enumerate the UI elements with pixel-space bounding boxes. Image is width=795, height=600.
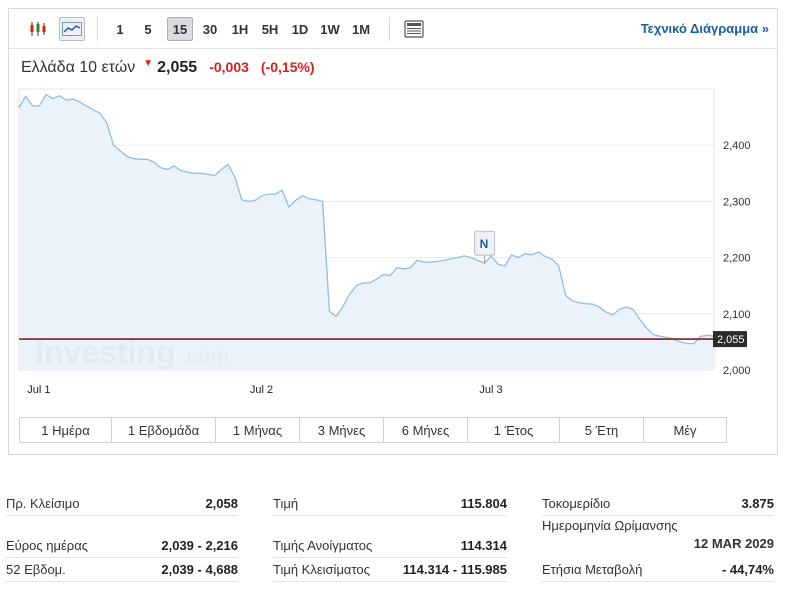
y-tick-label: 2,000: [723, 365, 751, 377]
y-tick-label: 2,100: [723, 309, 751, 321]
stat-value: 2,039 - 4,688: [161, 562, 238, 577]
interval-button[interactable]: 1W: [317, 17, 343, 41]
price-change-percent: (-0,15%): [260, 59, 315, 75]
stat-label: Τιμή: [273, 496, 299, 511]
stat-label: Εύρος ημέρας: [6, 538, 88, 553]
chart-toolbar: 1 5 15 30 1H 5H 1D 1W 1M Τεχνικό Διάγραμμα »: [9, 9, 777, 49]
stat-row: Πρ. Κλείσιμο 2,058: [6, 492, 238, 516]
period-tab[interactable]: 3 Μήνες: [300, 418, 384, 442]
x-tick-label: Jul 3: [479, 384, 502, 396]
interval-button[interactable]: 1M: [347, 17, 375, 41]
stat-label: Τιμή Κλεισίματος: [273, 562, 370, 577]
down-arrow-icon: ▼: [143, 58, 154, 69]
toolbar-divider: [97, 17, 98, 41]
period-tab[interactable]: 1 Έτος: [468, 418, 560, 442]
instrument-name: Ελλάδα 10 ετών: [21, 59, 136, 76]
stat-row: Τιμή Κλεισίματος 114.314 - 115.985: [273, 558, 507, 582]
stat-value: 3.875: [741, 496, 774, 511]
stat-value: 2,039 - 2,216: [161, 538, 238, 553]
stat-label: Ετήσια Μεταβολή: [542, 562, 643, 577]
period-tab[interactable]: 5 Έτη: [560, 418, 644, 442]
stat-row: Τιμής Ανοίγματος 114.314: [273, 534, 507, 558]
y-tick-label: 2,400: [723, 140, 751, 152]
stat-row: Ημερομηνία Ωρίμανσης 12 MAR 2029: [542, 514, 774, 554]
x-tick-label: Jul 1: [27, 384, 50, 396]
quote-header: Ελλάδα 10 ετών ▼ 2,055 -0,003 (-0,15%): [21, 58, 315, 81]
period-tab[interactable]: 6 Μήνες: [384, 418, 468, 442]
price-chart[interactable]: 2,4002,3002,2002,1002,000Investing.com2,…: [9, 87, 777, 397]
news-marker-label: N: [480, 237, 489, 251]
stat-value: 115.804: [460, 496, 507, 511]
toolbar-divider: [389, 17, 390, 41]
price-change: -0,003: [209, 59, 249, 75]
stat-label: Τοκομερίδιο: [542, 496, 611, 511]
stat-value: 114.314 - 115.985: [402, 562, 507, 577]
last-price: 2,055: [157, 59, 198, 76]
technical-chart-link[interactable]: Τεχνικό Διάγραμμα »: [641, 21, 769, 36]
stat-label: Ημερομηνία Ωρίμανσης: [542, 518, 678, 533]
interval-button[interactable]: 5H: [257, 17, 283, 41]
interval-button[interactable]: 1: [109, 17, 131, 41]
stat-value: 2,058: [205, 496, 238, 511]
current-price-label: 2,055: [717, 334, 745, 346]
y-tick-label: 2,300: [723, 196, 751, 208]
x-tick-label: Jul 2: [250, 384, 273, 396]
stat-row: Εύρος ημέρας 2,039 - 2,216: [6, 534, 238, 558]
stat-value: 114.314: [460, 538, 507, 553]
stat-row: Τιμή 115.804: [273, 492, 507, 516]
period-tab[interactable]: 1 Μήνας: [216, 418, 300, 442]
line-chart-icon[interactable]: [59, 17, 85, 41]
period-selector: 1 Ημέρα 1 Εβδομάδα 1 Μήνας 3 Μήνες 6 Μήνες 1 …: [19, 417, 727, 443]
interval-button[interactable]: 15: [167, 17, 193, 41]
stat-label: 52 Εβδομ.: [6, 562, 66, 577]
chart-widget: 1 5 15 30 1H 5H 1D 1W 1M Τεχνικό Διάγραμμα » Ελλ…: [8, 8, 778, 455]
interval-button[interactable]: 1D: [287, 17, 313, 41]
period-tab[interactable]: 1 Ημέρα: [20, 418, 112, 442]
period-tab[interactable]: Μέγ: [644, 418, 726, 442]
y-tick-label: 2,200: [723, 253, 751, 265]
period-tab[interactable]: 1 Εβδομάδα: [112, 418, 216, 442]
candlestick-chart-icon[interactable]: [25, 17, 51, 41]
interval-button[interactable]: 5: [137, 17, 159, 41]
stat-value: - 44,74%: [721, 562, 774, 577]
stat-row: 52 Εβδομ. 2,039 - 4,688: [6, 558, 238, 582]
stat-row: Τοκομερίδιο 3.875: [542, 492, 774, 516]
stat-label: Πρ. Κλείσιμο: [6, 496, 80, 511]
interval-button[interactable]: 30: [197, 17, 223, 41]
data-table-icon[interactable]: [401, 17, 427, 41]
interval-button[interactable]: 1H: [227, 17, 253, 41]
stat-row: Ετήσια Μεταβολή - 44,74%: [542, 558, 774, 582]
stat-label: Τιμής Ανοίγματος: [273, 538, 373, 553]
stat-value: 12 MAR 2029: [693, 536, 774, 551]
